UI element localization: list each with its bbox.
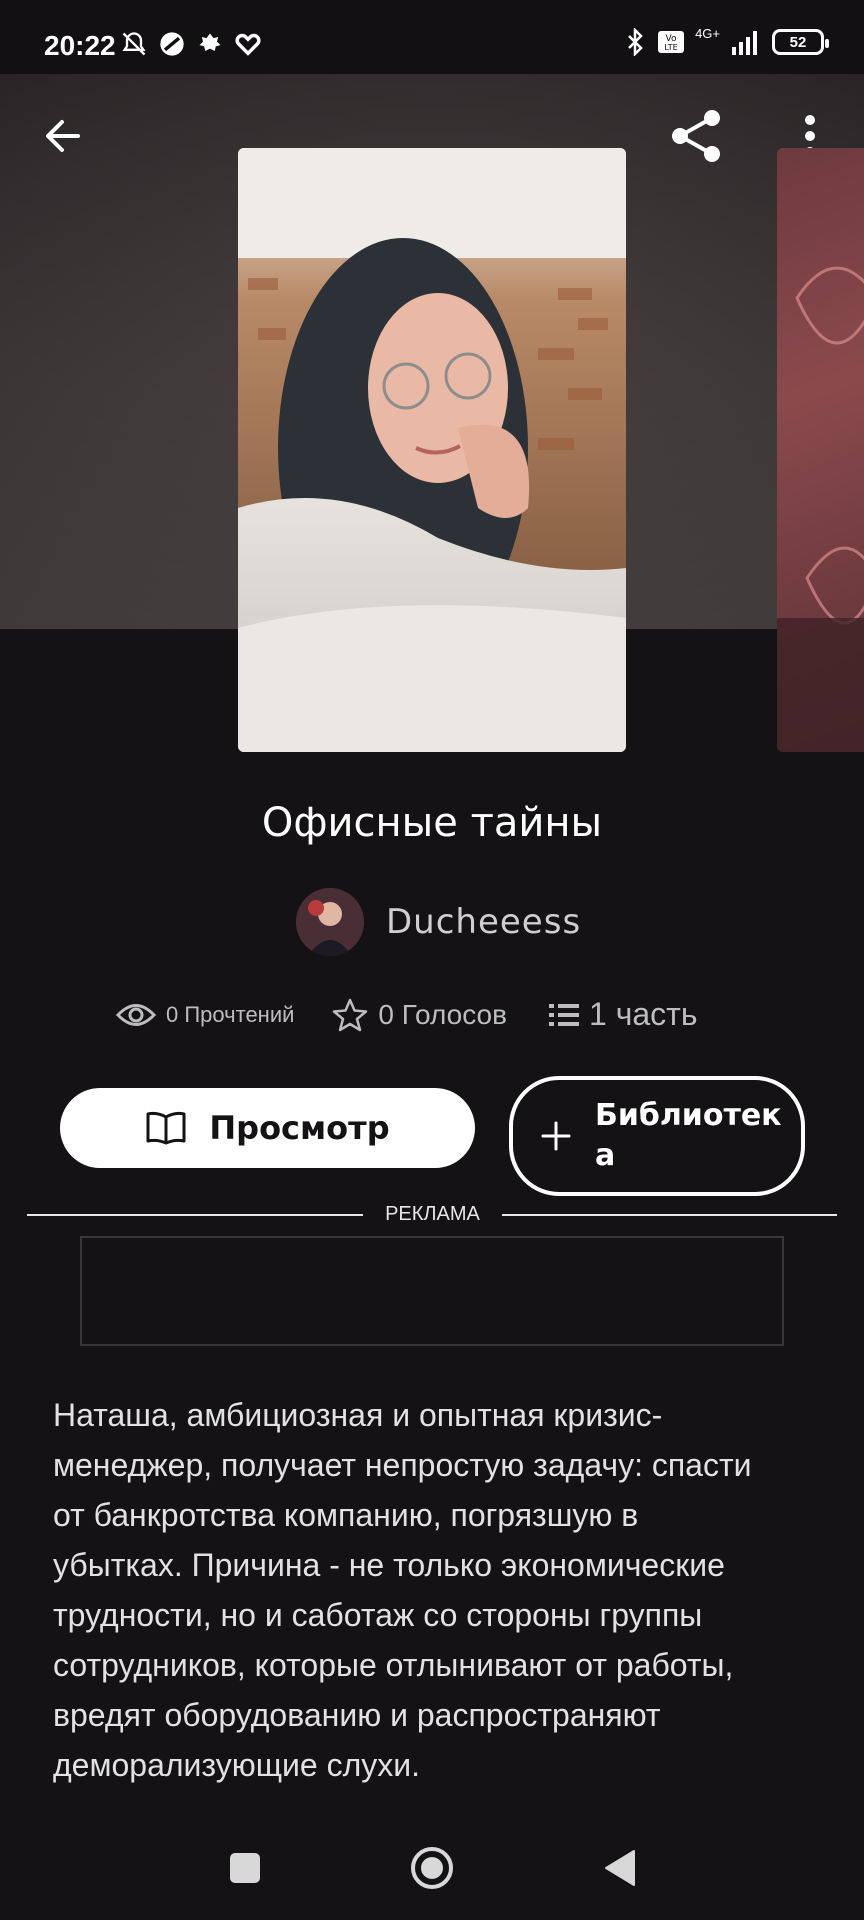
- bluetooth-icon: [628, 28, 643, 56]
- mute-alarm-icon: [122, 32, 146, 56]
- volte-icon: VoLTE: [658, 31, 685, 53]
- book-description: Наташа, амбициозная и опытная кризис-мен…: [53, 1397, 752, 1783]
- system-nav-bar: [0, 1810, 864, 1920]
- status-icons-right: Vo LTE 4G+ 52: [625, 25, 829, 56]
- avatar[interactable]: [296, 888, 364, 956]
- view-button-label: Просмотр: [209, 1109, 390, 1147]
- votes-stat: 0 Голосов: [332, 998, 507, 1032]
- app-icon: [160, 32, 184, 56]
- arrow-left-icon: [46, 120, 80, 152]
- reads-stat: 0 Прочтений: [116, 1002, 294, 1028]
- eye-icon: [116, 1003, 156, 1026]
- book-cover[interactable]: [238, 148, 626, 752]
- reads-count: 0 Прочтений: [166, 1001, 295, 1027]
- add-to-library-button[interactable]: Библиотека: [509, 1076, 805, 1196]
- star-icon: [333, 998, 368, 1031]
- heart-icon: [235, 33, 261, 56]
- triangle-back-icon: [605, 1850, 635, 1886]
- divider: [27, 1214, 363, 1216]
- status-bar: 20:22 Vo LTE 4G+ 52: [0, 0, 864, 74]
- share-button[interactable]: [664, 104, 728, 168]
- back-button[interactable]: [36, 110, 88, 162]
- leaf-icon: [199, 33, 221, 51]
- status-time: 20:22: [44, 30, 116, 61]
- list-icon: [549, 1003, 579, 1026]
- votes-count: 0 Голосов: [378, 998, 507, 1030]
- divider: [502, 1214, 837, 1216]
- author-avatar-image: [296, 888, 364, 956]
- next-cover-art: [777, 266, 864, 752]
- author-name[interactable]: Ducheeess: [386, 902, 581, 942]
- home-button[interactable]: [402, 1838, 462, 1898]
- back-nav-button[interactable]: [590, 1838, 650, 1898]
- cover-photo: [238, 148, 626, 752]
- svg-text:LTE: LTE: [664, 43, 677, 52]
- signal-icon: [732, 31, 757, 55]
- circle-icon: [411, 1847, 453, 1889]
- book-stats: 0 Прочтений 0 Голосов 1 часть: [116, 996, 697, 1033]
- plus-icon: [541, 1121, 571, 1151]
- parts-stat: 1 часть: [549, 996, 697, 1033]
- library-button-label: Библиотека: [595, 1098, 782, 1173]
- parts-count: 1 часть: [589, 996, 698, 1032]
- recent-apps-button[interactable]: [215, 1838, 275, 1898]
- share-icon: [672, 110, 720, 162]
- battery-level: 52: [789, 33, 807, 51]
- view-button[interactable]: Просмотр: [60, 1088, 475, 1168]
- next-book-cover[interactable]: [777, 148, 864, 752]
- book-open-icon: [146, 1111, 186, 1145]
- ad-label: РЕКЛАМА: [385, 1203, 480, 1225]
- status-icons-left: [120, 30, 262, 58]
- square-icon: [230, 1853, 260, 1883]
- book-title: Офисные тайны: [261, 800, 603, 846]
- battery-indicator: 52: [772, 29, 829, 55]
- author-row[interactable]: Ducheeess: [296, 888, 581, 956]
- network-label: 4G+: [695, 25, 720, 41]
- ad-banner[interactable]: [80, 1236, 784, 1346]
